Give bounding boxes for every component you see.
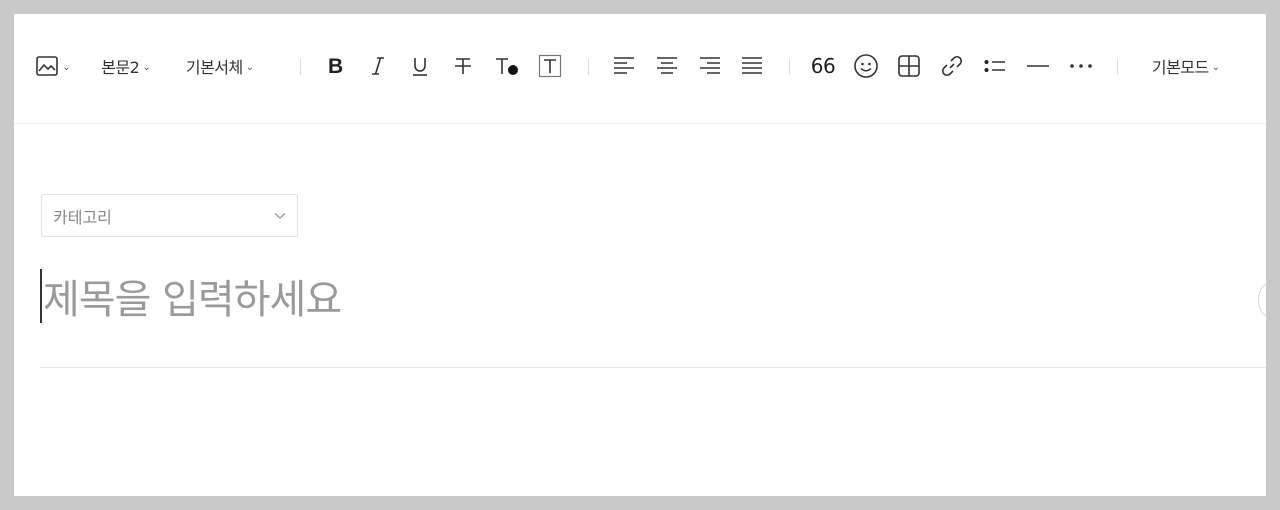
chevron-down-icon: ⌄ — [245, 61, 255, 73]
font-family-dropdown[interactable]: 기본서체 ⌄ — [177, 48, 263, 84]
quote-button[interactable]: 66 — [808, 48, 838, 84]
text-cursor — [40, 269, 42, 323]
align-justify-icon — [740, 55, 764, 77]
svg-text:B: B — [328, 55, 343, 77]
title-placeholder: 제목을 입력하세요 — [43, 277, 342, 323]
underline-icon — [410, 55, 430, 77]
more-icon — [1069, 55, 1093, 77]
align-right-button[interactable] — [696, 48, 724, 84]
align-right-icon — [698, 55, 722, 77]
bullet-list-button[interactable] — [981, 48, 1009, 84]
toolbar-divider — [300, 59, 301, 75]
paragraph-style-dropdown[interactable]: 본문2 ⌄ — [94, 48, 158, 84]
align-left-icon — [612, 55, 636, 77]
emoji-button[interactable] — [852, 48, 880, 84]
chevron-down-icon — [274, 212, 286, 220]
chevron-down-icon: ⌄ — [62, 61, 71, 73]
bold-button[interactable]: B — [322, 48, 350, 84]
table-icon — [897, 54, 921, 78]
align-justify-button[interactable] — [738, 48, 766, 84]
editor-mode-dropdown[interactable]: 기본모드 ⌄ — [1142, 48, 1230, 84]
text-background-icon — [538, 54, 562, 78]
text-color-button[interactable] — [491, 48, 523, 84]
text-background-button[interactable] — [536, 48, 564, 84]
toolbar-divider — [1117, 59, 1118, 75]
italic-button[interactable] — [364, 48, 392, 84]
horizontal-rule-icon — [1026, 55, 1050, 77]
font-family-label: 기본서체 — [185, 58, 243, 77]
category-placeholder: 카테고리 — [53, 207, 112, 227]
horizontal-rule-button[interactable] — [1024, 48, 1052, 84]
align-left-button[interactable] — [610, 48, 638, 84]
editor-window: ⌄ 본문2 ⌄ 기본서체 ⌄ B 66 기본모드 ⌄ 카테고리 제목을 입력하세… — [14, 14, 1266, 496]
chevron-down-icon: ⌄ — [142, 61, 151, 73]
align-center-icon — [655, 55, 679, 77]
category-select[interactable]: 카테고리 — [41, 194, 298, 237]
link-icon — [940, 54, 964, 78]
image-insert-button[interactable]: ⌄ — [32, 48, 74, 84]
underline-button[interactable] — [406, 48, 434, 84]
more-button[interactable] — [1067, 48, 1095, 84]
text-color-icon — [493, 55, 521, 77]
bullet-list-icon — [983, 55, 1007, 77]
title-divider — [40, 367, 1266, 368]
italic-icon — [368, 55, 388, 77]
emoji-icon — [853, 53, 879, 79]
image-icon — [35, 54, 59, 78]
editor-toolbar: ⌄ 본문2 ⌄ 기본서체 ⌄ B 66 기본모드 ⌄ — [14, 14, 1266, 124]
bold-icon: B — [326, 55, 346, 77]
title-input[interactable]: 제목을 입력하세요 — [40, 266, 1266, 326]
table-button[interactable] — [895, 48, 923, 84]
quote-label: 66 — [810, 54, 836, 78]
toolbar-divider — [789, 59, 790, 75]
toolbar-divider — [588, 59, 589, 75]
link-button[interactable] — [938, 48, 966, 84]
align-center-button[interactable] — [653, 48, 681, 84]
chevron-down-icon: ⌄ — [1211, 61, 1221, 73]
strikethrough-icon — [453, 55, 473, 77]
editor-mode-label: 기본모드 — [1151, 58, 1209, 77]
strikethrough-button[interactable] — [449, 48, 477, 84]
paragraph-style-label: 본문2 — [101, 58, 140, 77]
